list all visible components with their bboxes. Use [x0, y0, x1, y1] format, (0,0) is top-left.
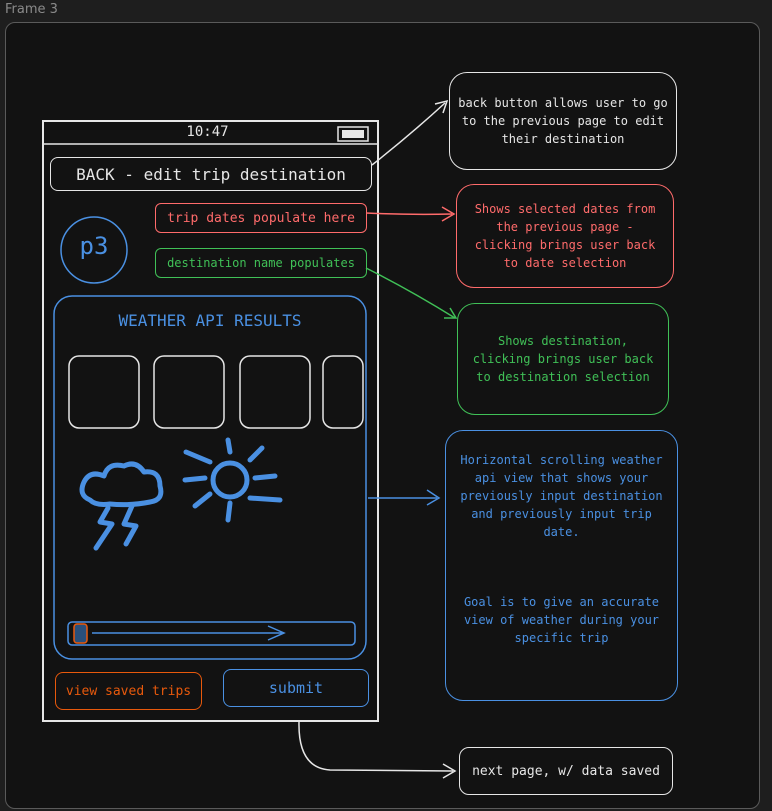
view-saved-trips-button[interactable]: view saved trips: [55, 672, 202, 710]
weather-card: [153, 355, 225, 429]
weather-card: [322, 355, 364, 429]
weather-title: WEATHER API RESULTS: [118, 311, 302, 330]
trip-dates-field[interactable]: trip dates populate here: [155, 203, 367, 233]
submit-button[interactable]: submit: [223, 669, 369, 707]
note-weather-text-2: Goal is to give an accurate view of weat…: [463, 595, 660, 645]
avatar[interactable]: p3: [61, 232, 127, 260]
note-weather-text-1: Horizontal scrolling weather api view th…: [460, 453, 663, 539]
status-time: 10:47: [186, 124, 229, 140]
note-next-page: next page, w/ data saved: [459, 747, 673, 795]
back-button[interactable]: BACK - edit trip destination: [50, 157, 372, 191]
weather-card: [239, 355, 311, 429]
arrow-submit-to-next: [298, 721, 454, 772]
arrow-destination-to-note: [365, 267, 456, 319]
battery-icon: [337, 126, 369, 142]
note-destination: Shows destination, clicking brings user …: [457, 303, 669, 415]
note-weather: Horizontal scrolling weather api view th…: [445, 430, 678, 701]
storm-cloud-icon: [79, 461, 164, 551]
destination-field[interactable]: destination name populates: [155, 248, 367, 278]
weather-panel: [53, 295, 367, 660]
scroll-arrow-icon: [92, 625, 286, 641]
arrow-dates-to-note: [365, 212, 453, 216]
note-destination-text: Shows destination, clicking brings user …: [472, 334, 654, 384]
sun-icon: [182, 437, 283, 523]
scrollbar-thumb: [73, 623, 88, 644]
note-trip-dates: Shows selected dates from the previous p…: [456, 184, 674, 288]
note-back-button: back button allows user to go to the pre…: [449, 72, 677, 170]
weather-card: [68, 355, 140, 429]
note-back-text: back button allows user to go to the pre…: [458, 96, 668, 146]
note-dates-text: Shows selected dates from the previous p…: [474, 202, 656, 270]
note-next-text: next page, w/ data saved: [472, 763, 660, 779]
arrow-back-to-note: [371, 102, 446, 166]
